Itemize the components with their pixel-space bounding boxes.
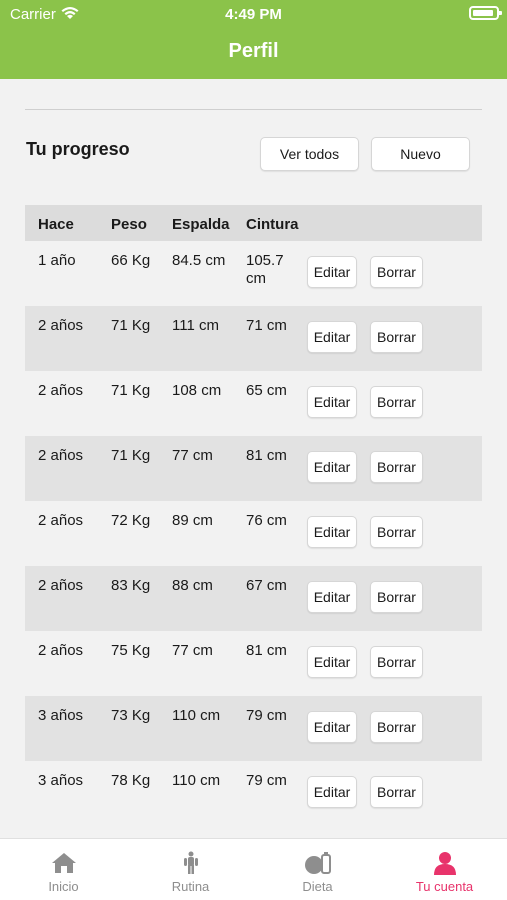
page-title: Perfil: [228, 40, 279, 62]
table-row: 2 años 72 Kg 89 cm 76 cm Editar Borrar: [25, 501, 482, 566]
cell-cintura: 67 cm: [246, 577, 287, 594]
cell-hace: 3 años: [38, 772, 84, 789]
delete-button[interactable]: Borrar: [370, 386, 423, 418]
table-row: 2 años 75 Kg 77 cm 81 cm Editar Borrar: [25, 631, 482, 696]
cell-espalda: 77 cm: [172, 447, 213, 464]
delete-button[interactable]: Borrar: [370, 516, 423, 548]
edit-button[interactable]: Editar: [307, 776, 357, 808]
delete-button[interactable]: Borrar: [370, 321, 423, 353]
column-header-hace: Hace: [38, 216, 74, 233]
food-icon: [304, 852, 331, 874]
cell-cintura: 81 cm: [246, 447, 287, 464]
cell-hace: 2 años: [38, 447, 84, 464]
tab-label: Tu cuenta: [415, 879, 474, 894]
home-icon: [51, 853, 76, 873]
cell-cintura: 81 cm: [246, 642, 287, 659]
cell-peso: 71 Kg: [111, 317, 151, 334]
edit-button[interactable]: Editar: [307, 711, 357, 743]
header-bar: Carrier 4:49 PM Perfil: [0, 0, 507, 79]
column-header-peso: Peso: [111, 216, 147, 233]
progress-table: Hace Peso Espalda Cintura 1 año 66 Kg 84.5…: [25, 205, 482, 826]
delete-button[interactable]: Borrar: [370, 256, 423, 288]
battery-icon: [469, 6, 502, 20]
column-header-espalda: Espalda: [172, 216, 230, 233]
edit-button[interactable]: Editar: [307, 321, 357, 353]
cell-espalda: 88 cm: [172, 577, 213, 594]
edit-button[interactable]: Editar: [307, 516, 357, 548]
delete-button[interactable]: Borrar: [370, 776, 423, 808]
cell-espalda: 84.5 cm: [172, 252, 226, 269]
column-header-cintura: Cintura: [246, 216, 299, 233]
cell-espalda: 77 cm: [172, 642, 213, 659]
cell-espalda: 89 cm: [172, 512, 213, 529]
delete-button[interactable]: Borrar: [370, 711, 423, 743]
tab-rutina[interactable]: Rutina: [127, 839, 254, 900]
cell-cintura: 79 cm: [246, 707, 287, 724]
cell-espalda: 110 cm: [172, 707, 221, 724]
table-row: 1 año 66 Kg 84.5 cm 105.7 cm Editar Borrar: [25, 241, 482, 306]
cell-peso: 71 Kg: [111, 382, 151, 399]
tab-label: Dieta: [302, 879, 333, 894]
edit-button[interactable]: Editar: [307, 646, 357, 678]
cell-cintura: 71 cm: [246, 317, 287, 334]
cell-peso: 66 Kg: [111, 252, 151, 269]
tab-tu-cuenta[interactable]: Tu cuenta: [381, 839, 507, 900]
cell-espalda: 108 cm: [172, 382, 222, 399]
cell-hace: 1 año: [38, 252, 76, 269]
cell-cintura: 76 cm: [246, 512, 287, 529]
cell-peso: 78 Kg: [111, 772, 151, 789]
figure-icon: [183, 851, 198, 874]
user-icon: [433, 852, 456, 875]
cell-hace: 2 años: [38, 512, 84, 529]
tab-label: Rutina: [171, 879, 210, 894]
table-row: 3 años 73 Kg 110 cm 79 cm Editar Borrar: [25, 696, 482, 761]
view-all-button[interactable]: Ver todos: [260, 137, 359, 171]
table-header: Hace Peso Espalda Cintura: [25, 205, 482, 241]
cell-peso: 83 Kg: [111, 577, 151, 594]
table-row: 2 años 71 Kg 111 cm 71 cm Editar Borrar: [25, 306, 482, 371]
edit-button[interactable]: Editar: [307, 581, 357, 613]
cell-peso: 71 Kg: [111, 447, 151, 464]
delete-button[interactable]: Borrar: [370, 581, 423, 613]
edit-button[interactable]: Editar: [307, 256, 357, 288]
cell-espalda: 111 cm: [172, 317, 219, 334]
table-row: 2 años 71 Kg 77 cm 81 cm Editar Borrar: [25, 436, 482, 501]
tab-dieta[interactable]: Dieta: [254, 839, 381, 900]
cell-peso: 73 Kg: [111, 707, 151, 724]
cell-cintura: 65 cm: [246, 382, 287, 399]
status-bar: Carrier 4:49 PM: [0, 0, 507, 28]
cell-hace: 2 años: [38, 642, 84, 659]
edit-button[interactable]: Editar: [307, 451, 357, 483]
progress-title: Tu progreso: [26, 139, 130, 159]
new-entry-button[interactable]: Nuevo: [371, 137, 470, 171]
delete-button[interactable]: Borrar: [370, 646, 423, 678]
cell-hace: 2 años: [38, 577, 84, 594]
cell-hace: 2 años: [38, 317, 84, 334]
cell-cintura: 105.7 cm: [246, 252, 284, 287]
cell-hace: 2 años: [38, 382, 84, 399]
delete-button[interactable]: Borrar: [370, 451, 423, 483]
cell-espalda: 110 cm: [172, 772, 221, 789]
table-row: 2 años 71 Kg 108 cm 65 cm Editar Borrar: [25, 371, 482, 436]
cell-hace: 3 años: [38, 707, 84, 724]
cell-cintura: 79 cm: [246, 772, 287, 789]
status-time: 4:49 PM: [225, 6, 282, 23]
section-divider: [25, 109, 482, 110]
tab-label: Inicio: [48, 879, 79, 894]
table-row: 3 años 78 Kg 110 cm 79 cm Editar Borrar: [25, 761, 482, 826]
tab-bar: Inicio Rutina Dieta Tu cuenta: [0, 838, 507, 900]
tab-inicio[interactable]: Inicio: [0, 839, 127, 900]
cell-peso: 72 Kg: [111, 512, 151, 529]
cell-peso: 75 Kg: [111, 642, 151, 659]
edit-button[interactable]: Editar: [307, 386, 357, 418]
table-row: 2 años 83 Kg 88 cm 67 cm Editar Borrar: [25, 566, 482, 631]
